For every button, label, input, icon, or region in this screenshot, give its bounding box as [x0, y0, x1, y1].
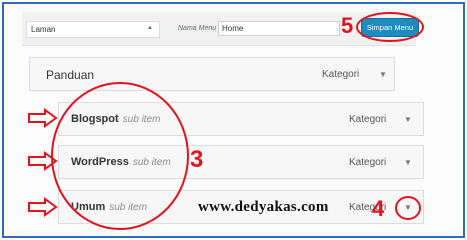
menu-name-label: Nama Menu — [178, 25, 217, 32]
page-select-value: Laman — [31, 25, 56, 34]
annotation-circle-save — [356, 12, 424, 42]
annotation-oval-children — [51, 82, 189, 230]
annotation-circle-caret — [395, 196, 421, 220]
watermark-text: www.dedyakas.com — [198, 199, 329, 215]
caret-down-icon[interactable]: ▼ — [404, 158, 412, 167]
menu-item-panduan[interactable]: Panduan Kategori ▼ — [29, 57, 395, 91]
menu-item-title: Panduan — [46, 68, 95, 82]
annotation-number-4: 4 — [372, 196, 385, 221]
menu-name-input[interactable]: Home — [218, 21, 340, 36]
menu-item-type: Kategori — [322, 69, 360, 80]
annotation-number-5: 5 — [341, 13, 354, 38]
menu-item-type: Kategori — [349, 157, 387, 168]
page-select[interactable]: Laman ▲ — [26, 21, 160, 38]
caret-down-icon[interactable]: ▼ — [404, 115, 412, 124]
right-arrow-icon — [28, 197, 58, 217]
right-arrow-icon — [28, 108, 58, 128]
annotation-number-3: 3 — [190, 146, 204, 173]
menu-item-type: Kategori — [349, 114, 387, 125]
caret-up-icon: ▲ — [147, 25, 153, 31]
caret-down-icon[interactable]: ▼ — [379, 70, 387, 79]
